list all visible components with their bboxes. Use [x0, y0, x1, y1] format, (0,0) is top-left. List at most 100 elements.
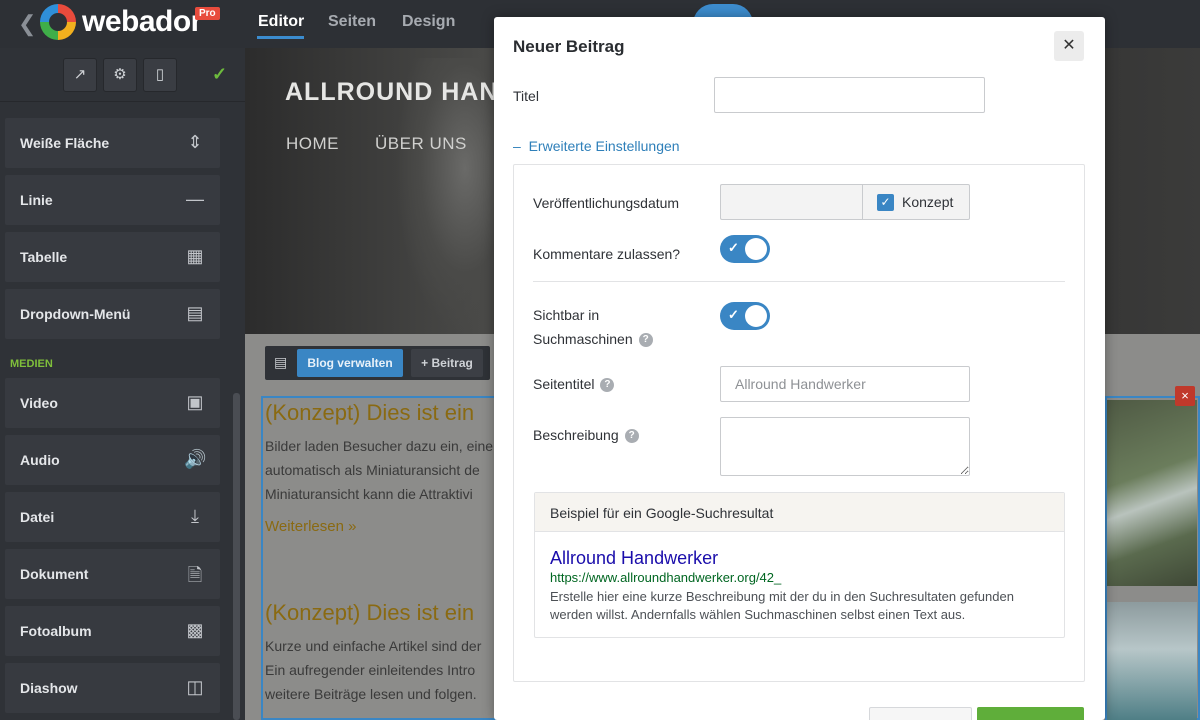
- sidebar-item-table[interactable]: Tabelle ▦: [5, 232, 220, 282]
- sidebar-scrollbar[interactable]: [233, 393, 240, 720]
- google-result-description: Erstelle hier eine kurze Beschreibung mi…: [550, 589, 1014, 622]
- sidebar-item-label: Video: [20, 395, 58, 411]
- collapse-icon: –: [513, 138, 521, 154]
- download-icon: ⤓: [191, 506, 199, 526]
- table-icon: ▦: [186, 246, 204, 266]
- sidebar-item-label: Dokument: [20, 566, 89, 582]
- checkbox-checked-icon: ✓: [877, 194, 894, 211]
- blog-icon: ▤: [274, 354, 288, 370]
- advanced-settings-label: Erweiterte Einstellungen: [528, 138, 680, 154]
- gear-icon[interactable]: ⚙: [103, 58, 137, 92]
- google-preview-heading: Beispiel für ein Google-Suchresultat: [550, 505, 774, 521]
- sidebar-item-file[interactable]: Datei ⤓: [5, 492, 220, 542]
- sidebar-item-label: Audio: [20, 452, 60, 468]
- check-icon: ✓: [728, 240, 739, 255]
- post-excerpt-line: automatisch als Miniaturansicht de: [265, 462, 480, 478]
- toggle-knob: [745, 305, 767, 327]
- blog-toolbar: ▤ Blog verwalten + Beitrag: [265, 346, 490, 380]
- help-icon[interactable]: ?: [600, 378, 615, 393]
- tab-editor[interactable]: Editor: [258, 13, 304, 31]
- post-excerpt-line: Miniaturansicht kann die Attraktivi: [265, 486, 473, 502]
- active-tab-indicator: [257, 36, 304, 39]
- sidebar-item-label: Weiße Fläche: [20, 135, 110, 151]
- remove-element-button[interactable]: ×: [1175, 386, 1195, 406]
- sidebar-item-video[interactable]: Video ▣: [5, 378, 220, 428]
- description-textarea[interactable]: [720, 417, 970, 476]
- mobile-icon[interactable]: ▯: [143, 58, 177, 92]
- title-input[interactable]: [714, 77, 985, 113]
- site-nav-home[interactable]: HOME: [286, 134, 339, 154]
- back-arrow-icon[interactable]: ❮: [18, 11, 36, 37]
- google-result-url: https://www.allroundhandwerker.org/42_: [550, 570, 782, 585]
- post-excerpt-line: Bilder laden Besucher dazu ein, eine: [265, 438, 494, 454]
- save-button[interactable]: [977, 707, 1084, 720]
- sidebar-item-spacer[interactable]: Weiße Fläche ⇕: [5, 118, 220, 168]
- sidebar-item-label: Diashow: [20, 680, 78, 696]
- minus-icon: —: [186, 189, 204, 209]
- dialog-title: Neuer Beitrag: [513, 37, 625, 56]
- read-more-link[interactable]: Weiterlesen »: [265, 518, 356, 535]
- sidebar-item-audio[interactable]: Audio 🔊: [5, 435, 220, 485]
- sidebar-item-document[interactable]: Dokument 🗎: [5, 549, 220, 599]
- search-visible-label-2: Suchmaschinen?: [533, 331, 653, 348]
- toggle-knob: [745, 238, 767, 260]
- tab-pages[interactable]: Seiten: [328, 13, 376, 31]
- site-nav-about[interactable]: ÜBER UNS: [375, 134, 467, 154]
- sidebar-item-slideshow[interactable]: Diashow ◫: [5, 663, 220, 713]
- spacer-icon: ⇕: [187, 132, 203, 152]
- page-title-label: Seitentitel?: [533, 376, 615, 393]
- draft-label: Konzept: [902, 194, 954, 210]
- check-icon: ✓: [728, 307, 739, 322]
- document-icon: 🗎: [187, 565, 203, 585]
- add-post-button[interactable]: + Beitrag: [411, 349, 483, 377]
- post-title[interactable]: (Konzept) Dies ist ein: [265, 600, 474, 626]
- pro-badge: Pro: [195, 7, 220, 20]
- check-icon[interactable]: ✓: [212, 64, 227, 85]
- close-icon[interactable]: ✕: [1054, 31, 1084, 61]
- grid-icon: ▩: [186, 620, 204, 640]
- google-preview-header: Beispiel für ein Google-Suchresultat: [535, 493, 1064, 532]
- help-icon[interactable]: ?: [624, 429, 639, 444]
- dropdown-icon: ▤: [186, 303, 204, 323]
- external-link-icon[interactable]: ↗: [63, 58, 97, 92]
- draft-checkbox-button[interactable]: ✓ Konzept: [862, 184, 970, 220]
- post-excerpt-line: Kurze und einfache Artikel sind der: [265, 638, 482, 654]
- film-icon: ▣: [186, 392, 204, 412]
- publish-date-label: Veröffentlichungsdatum: [533, 195, 680, 211]
- manage-blog-button[interactable]: Blog verwalten: [297, 349, 403, 377]
- post-title[interactable]: (Konzept) Dies ist ein: [265, 400, 474, 426]
- element-sidebar: ↗ ⚙ ▯ ✓ Weiße Fläche ⇕ Linie — Tabelle ▦…: [0, 48, 245, 720]
- site-title[interactable]: ALLROUND HAN: [285, 78, 498, 107]
- title-label: Titel: [513, 88, 539, 104]
- speaker-icon: 🔊: [184, 449, 207, 469]
- sidebar-item-label: Fotoalbum: [20, 623, 92, 639]
- search-visible-label: Sichtbar in: [533, 307, 600, 323]
- page-title-input[interactable]: [720, 366, 970, 402]
- allow-comments-label: Kommentare zulassen?: [533, 246, 681, 262]
- advanced-settings-toggle[interactable]: – Erweiterte Einstellungen: [513, 138, 680, 154]
- divider: [533, 281, 1065, 282]
- post-excerpt-line: Ein aufregender einleitendes Intro: [265, 662, 476, 678]
- sidebar-toolbar: ↗ ⚙ ▯ ✓: [0, 48, 245, 102]
- waterfall-image: [1107, 400, 1197, 586]
- search-visible-toggle[interactable]: ✓: [720, 302, 770, 330]
- sidebar-item-photo-album[interactable]: Fotoalbum ▩: [5, 606, 220, 656]
- new-post-dialog: Neuer Beitrag ✕ Titel – Erweiterte Einst…: [494, 17, 1105, 720]
- brand-name: webador: [82, 5, 202, 38]
- lake-image: [1107, 602, 1197, 720]
- tab-design[interactable]: Design: [402, 13, 455, 31]
- help-icon[interactable]: ?: [638, 333, 653, 348]
- sidebar-section-heading: MEDIEN: [10, 358, 53, 370]
- sidebar-item-label: Datei: [20, 509, 55, 525]
- allow-comments-toggle[interactable]: ✓: [720, 235, 770, 263]
- cancel-button[interactable]: [869, 707, 972, 720]
- sidebar-item-label: Linie: [20, 192, 53, 208]
- google-result-title: Allround Handwerker: [550, 548, 719, 568]
- publish-date-input[interactable]: [720, 184, 863, 220]
- sidebar-item-label: Dropdown-Menü: [20, 306, 131, 322]
- description-label: Beschreibung?: [533, 427, 639, 444]
- google-preview: Beispiel für ein Google-Suchresultat All…: [534, 492, 1065, 638]
- sidebar-item-dropdown-menu[interactable]: Dropdown-Menü ▤: [5, 289, 220, 339]
- sidebar-item-line[interactable]: Linie —: [5, 175, 220, 225]
- webador-logo-icon: [40, 4, 76, 40]
